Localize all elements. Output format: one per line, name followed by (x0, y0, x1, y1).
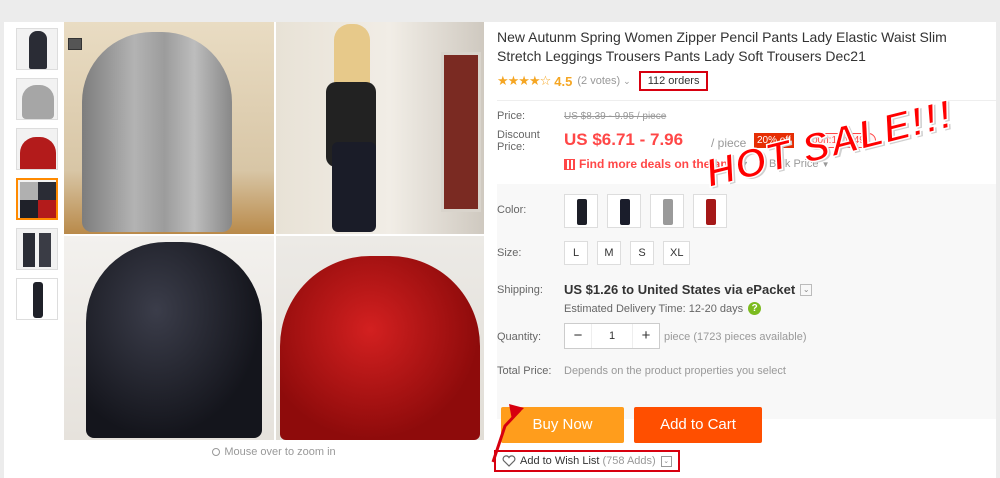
buy-now-button[interactable]: Buy Now (501, 407, 624, 443)
rating-stars-icon: ★★★★☆ (497, 73, 551, 88)
shipping-label: Shipping: (497, 284, 543, 296)
size-options: L M S XL (564, 241, 691, 265)
size-option-m[interactable]: M (597, 241, 621, 265)
price-label: Price: (497, 110, 526, 122)
zoom-hint: Mouse over to zoom in (64, 446, 484, 458)
shipping-value: US $1.26 to United States via ePacket (564, 282, 796, 297)
estimated-delivery: Estimated Delivery Time: 12-20 days ? (564, 302, 762, 315)
thumbnail-6[interactable] (16, 278, 58, 320)
swatch-leg (706, 199, 716, 225)
swatch-leg (577, 199, 587, 225)
image-panel-black (64, 236, 274, 440)
increase-button[interactable]: + (633, 324, 659, 348)
estimated-delivery-text: Estimated Delivery Time: 12-20 days (564, 302, 744, 315)
color-swatch-red[interactable] (693, 194, 727, 228)
thumbnail-1[interactable] (16, 28, 58, 70)
thumbnail-5[interactable] (16, 228, 58, 270)
thumbnail-2[interactable] (16, 78, 58, 120)
swatch-leg (663, 199, 673, 225)
wish-list-label: Add to Wish List (520, 455, 600, 467)
quantity-label: Quantity: (497, 331, 542, 343)
discount-price-label: Discount Price: (497, 129, 540, 153)
wish-list-count: (758 Adds) (602, 455, 656, 467)
color-swatches (564, 194, 727, 228)
color-swatch-black[interactable] (564, 194, 598, 228)
votes-link[interactable]: (2 votes) (577, 75, 620, 87)
add-to-cart-button[interactable]: Add to Cart (634, 407, 762, 443)
thumbnail-3[interactable] (16, 128, 58, 170)
thumbnail-4[interactable] (16, 178, 58, 220)
image-panel-gray (64, 22, 274, 234)
add-to-wish-list-button[interactable]: Add to Wish List (758 Adds) ⌄ (494, 450, 680, 472)
chevron-down-icon[interactable]: ⌄ (660, 455, 672, 467)
rating-value: 4.5 (554, 73, 573, 89)
shipping-method[interactable]: US $1.26 to United States via ePacket ⌄ (564, 282, 813, 297)
color-swatch-gray[interactable] (650, 194, 684, 228)
image-panel-red (276, 236, 484, 440)
orders-count: 112 orders (638, 71, 709, 91)
chevron-down-icon[interactable]: ⌄ (800, 283, 813, 296)
size-option-l[interactable]: L (564, 241, 588, 265)
image-icon (68, 38, 82, 50)
help-icon[interactable]: ? (748, 302, 762, 315)
color-swatch-navy[interactable] (607, 194, 641, 228)
discount-price: US $6.71 - 7.96 (564, 130, 684, 149)
size-label: Size: (497, 247, 522, 259)
heart-plus-icon (502, 455, 516, 467)
size-option-s[interactable]: S (630, 241, 654, 265)
swatch-leg (620, 199, 630, 225)
original-price: US $8.39 - 9.95 / piece (564, 111, 667, 122)
product-page: Mouse over to zoom in New Autunm Spring … (4, 22, 996, 478)
size-option-xl[interactable]: XL (663, 241, 691, 265)
rating-row: ★★★★☆ 4.5 (2 votes) ⌄ 112 orders (497, 71, 709, 91)
availability-text: piece (1723 pieces available) (664, 331, 807, 343)
total-price-label: Total Price: (497, 365, 552, 377)
quantity-input[interactable] (591, 324, 633, 348)
qr-code-icon (564, 158, 575, 170)
decrease-button[interactable]: − (565, 324, 591, 348)
image-panel-model (276, 22, 484, 234)
quantity-stepper: − + (564, 323, 660, 349)
product-title: New Autunm Spring Women Zipper Pencil Pa… (497, 29, 947, 64)
color-label: Color: (497, 204, 527, 216)
thumbnail-strip (16, 28, 58, 328)
product-main-image[interactable] (64, 22, 484, 442)
magnifier-icon (212, 448, 221, 456)
total-price-value: Depends on the product properties you se… (564, 365, 786, 377)
chevron-down-icon[interactable]: ⌄ (623, 76, 631, 87)
